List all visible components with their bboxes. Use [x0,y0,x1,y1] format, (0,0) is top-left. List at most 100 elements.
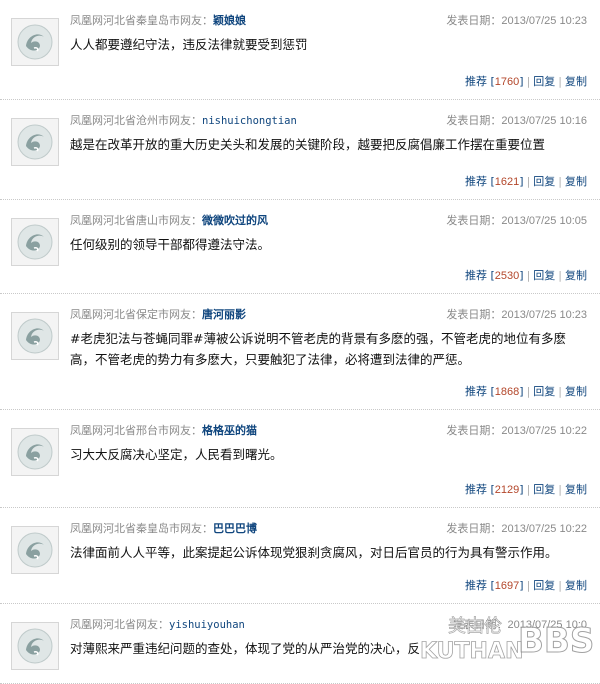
bracket-right: ] [519,175,524,188]
post-time-value: 2013/07/25 10:0 [507,619,587,631]
recommend-label: 推荐 [464,579,487,592]
user-location: 凤凰网河北省邢台市网友： [70,424,202,437]
avatar[interactable] [11,312,59,360]
divider: | [558,75,562,88]
bracket-right: ] [519,579,524,592]
recommend-count: 1868 [494,386,520,398]
divider: | [558,269,562,282]
avatar[interactable] [11,428,59,476]
avatar[interactable] [11,622,59,670]
avatar[interactable] [11,526,59,574]
recommend-button[interactable]: 推荐 [1621] [465,175,524,188]
comment-item: 凤凰网河北省秦皇岛市网友：巴巴巴博 发表日期：2013/07/25 10:22 法律… [0,508,600,604]
copy-button[interactable]: 复制 [565,75,587,88]
avatar[interactable] [11,18,59,66]
comment-actions: 推荐 [1697] | 回复 | 复制 [465,577,587,593]
username-link[interactable]: 格格巫的猫 [202,424,257,437]
comment-text: #老虎犯法与苍蝇同罪#薄被公诉说明不管老虎的背景有多麽的强，不管老虎的地位有多麽… [70,331,566,367]
copy-button[interactable]: 复制 [565,483,587,496]
post-time-value: 2013/07/25 10:23 [501,15,587,27]
divider: | [558,175,562,188]
reply-button[interactable]: 回复 [533,269,555,282]
phoenix-logo-icon [12,219,58,265]
comment-actions: 推荐 [1621] | 回复 | 复制 [465,173,587,189]
avatar[interactable] [11,218,59,266]
bracket-right: ] [519,483,524,496]
reply-button[interactable]: 回复 [533,385,555,398]
recommend-button[interactable]: 推荐 [1760] [465,75,524,88]
comment-meta: 凤凰网河北省秦皇岛市网友：巴巴巴博 [70,520,257,536]
username-link[interactable]: yishuiyouhan [169,619,245,631]
recommend-button[interactable]: 推荐 [2129] [465,483,524,496]
user-location: 凤凰网河北省秦皇岛市网友： [70,522,213,535]
post-time: 发表日期：2013/07/25 10:16 [446,112,587,128]
phoenix-logo-icon [12,623,58,669]
divider: | [558,385,562,398]
username-link[interactable]: 巴巴巴博 [213,522,257,535]
divider: | [526,75,531,88]
post-time: 发表日期：2013/07/25 10:0 [452,616,587,632]
comment-text: 人人都要遵纪守法，违反法律就要受到惩罚 [70,37,308,52]
user-location: 凤凰网河北省沧州市网友： [70,114,202,127]
username-link[interactable]: 唐河丽影 [202,308,246,321]
comment-item: 凤凰网河北省唐山市网友：微微吹过的风 发表日期：2013/07/25 10:05 任… [0,200,600,294]
comment-meta: 凤凰网河北省沧州市网友：nishuichongtian [70,112,297,128]
reply-button[interactable]: 回复 [533,75,555,88]
phoenix-logo-icon [12,527,58,573]
phoenix-logo-icon [12,119,58,165]
comment-item: 凤凰网河北省保定市网友：唐河丽影 发表日期：2013/07/25 10:23 #老虎… [0,294,600,410]
phoenix-logo-icon [12,313,58,359]
bracket-right: ] [519,385,524,398]
comment-meta: 凤凰网河北省网友：yishuiyouhan [70,616,245,632]
phoenix-logo-icon [12,19,58,65]
post-time: 发表日期：2013/07/25 10:23 [446,12,587,28]
post-time-label: 发表日期： [446,14,502,27]
divider: | [558,483,562,496]
post-time-value: 2013/07/25 10:05 [501,215,587,227]
recommend-count: 1621 [494,176,520,188]
username-link[interactable]: 颖娘娘 [213,14,246,27]
comment-actions: 推荐 [1760] | 回复 | 复制 [465,73,587,89]
user-location: 凤凰网河北省秦皇岛市网友： [70,14,213,27]
post-time-value: 2013/07/25 10:16 [501,115,587,127]
post-time-value: 2013/07/25 10:22 [501,523,587,535]
username-link[interactable]: nishuichongtian [202,115,297,127]
reply-button[interactable]: 回复 [533,483,555,496]
recommend-button[interactable]: 推荐 [1868] [465,385,524,398]
user-location: 凤凰网河北省唐山市网友： [70,214,202,227]
divider: | [526,579,531,592]
user-location: 凤凰网河北省保定市网友： [70,308,202,321]
comment-item: 凤凰网河北省邢台市网友：格格巫的猫 发表日期：2013/07/25 10:22 习大… [0,410,600,508]
reply-button[interactable]: 回复 [533,579,555,592]
copy-button[interactable]: 复制 [565,579,587,592]
recommend-count: 1760 [494,76,520,88]
copy-button[interactable]: 复制 [565,175,587,188]
recommend-button[interactable]: 推荐 [1697] [465,579,524,592]
bracket-right: ] [519,75,524,88]
recommend-button[interactable]: 推荐 [2530] [465,269,524,282]
comment-item: 凤凰网河北省沧州市网友：nishuichongtian 发表日期：2013/07/… [0,100,600,200]
comment-actions: 推荐 [2530] | 回复 | 复制 [465,267,587,283]
username-link[interactable]: 微微吹过的风 [202,214,268,227]
recommend-count: 2530 [494,270,520,282]
copy-button[interactable]: 复制 [565,385,587,398]
post-time-label: 发表日期： [446,214,502,227]
post-time-label: 发表日期： [446,522,502,535]
comment-meta: 凤凰网河北省唐山市网友：微微吹过的风 [70,212,268,228]
divider: | [526,269,531,282]
comment-text: 任何级别的领导干部都得遵法守法。 [70,237,271,252]
recommend-label: 推荐 [464,385,487,398]
user-location: 凤凰网河北省网友： [70,618,169,631]
post-time: 发表日期：2013/07/25 10:22 [446,422,587,438]
divider: | [526,385,531,398]
reply-button[interactable]: 回复 [533,175,555,188]
avatar[interactable] [11,118,59,166]
comment-meta: 凤凰网河北省保定市网友：唐河丽影 [70,306,246,322]
comment-text: 习大大反腐决心坚定，人民看到曙光。 [70,447,283,462]
post-time: 发表日期：2013/07/25 10:05 [446,212,587,228]
copy-button[interactable]: 复制 [565,269,587,282]
comment-text: 越是在改革开放的重大历史关头和发展的关键阶段，越要把反腐倡廉工作摆在重要位置 [70,137,546,152]
post-time: 发表日期：2013/07/25 10:23 [446,306,587,322]
post-time-label: 发表日期： [446,424,502,437]
comment-text: 法律面前人人平等，此案提起公诉体现党狠刹贪腐风，对日后官员的行为具有警示作用。 [70,545,558,560]
